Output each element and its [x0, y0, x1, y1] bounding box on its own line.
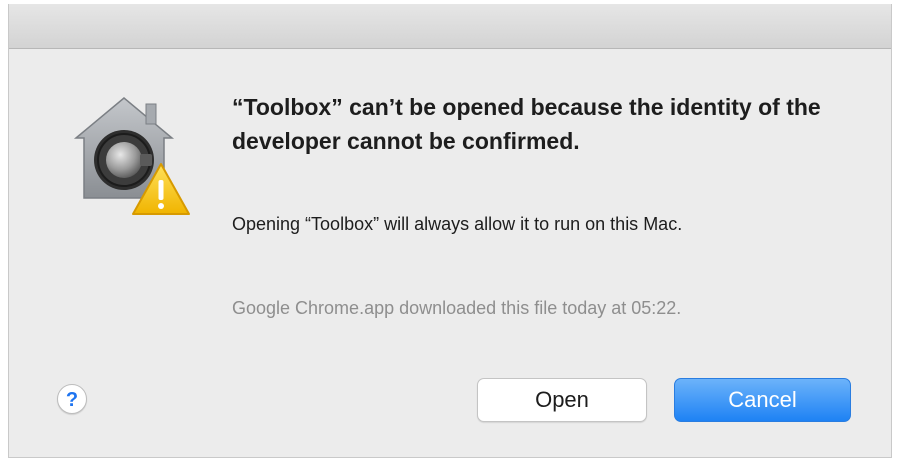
download-source-info: Google Chrome.app downloaded this file t…: [232, 298, 682, 318]
gatekeeper-lock-warning-icon: [64, 90, 194, 220]
cancel-button[interactable]: Cancel: [674, 378, 851, 422]
help-icon: ?: [65, 389, 79, 411]
alert-heading: “Toolbox” can’t be opened because the id…: [232, 94, 821, 154]
open-button[interactable]: Open: [477, 378, 647, 422]
alert-message: Opening “Toolbox” will always allow it t…: [232, 214, 683, 234]
help-button[interactable]: ?: [57, 384, 87, 414]
security-alert-dialog: “Toolbox” can’t be opened because the id…: [8, 4, 892, 458]
window-title-bar[interactable]: [9, 4, 891, 49]
